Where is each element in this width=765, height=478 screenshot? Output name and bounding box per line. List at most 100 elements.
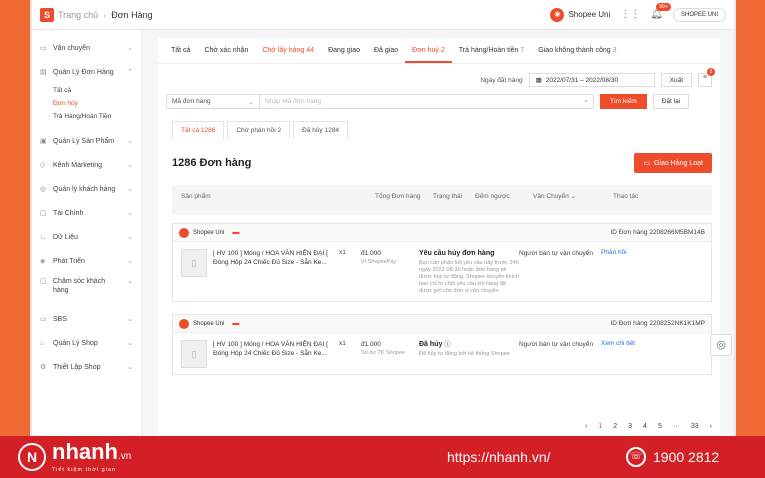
breadcrumb-home[interactable]: Trang chủ: [58, 10, 98, 20]
truck-icon: ▭: [643, 160, 650, 167]
sidebar-subitem-returns[interactable]: Trả Hàng/Hoàn Tiền: [32, 110, 141, 123]
chat-icon[interactable]: ▬: [232, 320, 239, 327]
orders-card: Tất cả Chờ xác nhận Chờ lấy hàng 44 Đang…: [158, 38, 720, 436]
info-icon[interactable]: ⓘ: [444, 341, 451, 348]
sidebar-item-shop-settings[interactable]: ⚙︎ Thiết Lập Shop ⌄: [32, 355, 141, 379]
respond-link[interactable]: Phản hồi: [601, 249, 627, 295]
tab-failed-delivery[interactable]: Giao không thành công 3: [531, 38, 623, 63]
status-note: Đã hủy tự động bởi hệ thống Shopee: [419, 351, 510, 357]
sidebar-item-finance[interactable]: ▢ Tài Chính ⌄: [32, 201, 141, 225]
tab-label: Đơn huỷ: [412, 47, 439, 54]
chevron-down-icon: ⌄: [127, 45, 133, 52]
tab-delivered[interactable]: Đã giao: [367, 38, 405, 63]
product-name[interactable]: [ HV 100 ] Móng / HOA VĂN HIỆN ĐẠI [ Đón…: [207, 249, 339, 295]
count-row: 1286 Đơn hàng ▭ Giao Hàng Loạt: [158, 139, 720, 173]
footer-phone[interactable]: ☏ 1900 2812: [626, 447, 719, 467]
product-thumbnail[interactable]: ▯: [181, 249, 207, 277]
tab-returns[interactable]: Trả hàng/Hoàn tiền 7: [452, 38, 532, 63]
view-details-link[interactable]: Xem chi tiết: [601, 340, 635, 368]
bell-icon[interactable]: 🔔︎ 99+: [650, 3, 671, 20]
sidebar-item-label: SBS: [53, 315, 68, 323]
col-action: Thao tác: [613, 193, 639, 200]
breadcrumb-current: Đơn Hàng: [111, 9, 153, 20]
page-33[interactable]: 33: [691, 423, 699, 430]
page-2[interactable]: 2: [613, 423, 617, 430]
tab-label: Giao không thành công: [538, 47, 611, 54]
page-1[interactable]: 1: [598, 423, 602, 430]
product-name[interactable]: [ HV 100 ] Móng / HOA VĂN HIỆN ĐẠI [ Đón…: [207, 340, 339, 368]
page-4[interactable]: 4: [643, 423, 647, 430]
col-shipping[interactable]: Vận Chuyển ⌄: [524, 193, 604, 215]
order-status-tabs: Tất cả Chờ xác nhận Chờ lấy hàng 44 Đang…: [158, 38, 720, 64]
chevron-down-icon: ⌄: [127, 316, 133, 323]
page-prev[interactable]: ‹: [585, 423, 587, 430]
page-next[interactable]: ›: [710, 423, 712, 430]
sidebar-item-label: Phát Triển: [53, 257, 85, 265]
price-value: đ1.000: [361, 341, 381, 348]
chart-icon: ∟: [40, 233, 47, 241]
breadcrumb-separator: ›: [103, 9, 107, 20]
sidebar-item-customers[interactable]: ◎ Quản lý khách hàng ⌄: [32, 177, 141, 201]
sidebar-item-sbs[interactable]: ▭ SBS ⌄: [32, 307, 141, 331]
subtab-all[interactable]: Tất cả 1286: [172, 121, 225, 139]
sidebar-item-shop-manage[interactable]: ⌂ Quản Lý Shop ⌄: [32, 331, 141, 355]
tab-pending[interactable]: Chờ xác nhận: [197, 38, 255, 63]
sidebar-subitem-cancelled[interactable]: Đơn hủy: [32, 97, 141, 110]
pagination: ‹ 1 2 3 4 5 ··· 33 ›: [585, 423, 712, 430]
tag-icon: ◇: [40, 162, 46, 169]
order-status: Đã hủy ⓘ Đã hủy tự động bởi hệ thống Shop…: [419, 340, 519, 368]
chevron-down-icon: ⌄: [248, 98, 254, 106]
sidebar-item-growth[interactable]: ◈ Phát Triển ⌄: [32, 249, 141, 273]
tab-label: Trả hàng/Hoàn tiền: [458, 47, 519, 54]
order-card: Shopee Uni ▬ ID Đơn hàng 2208266M5BM14B …: [172, 223, 712, 302]
tab-cancelled[interactable]: Đơn huỷ 2: [405, 38, 452, 63]
chat-icon[interactable]: ▬: [232, 229, 239, 236]
shop-avatar-icon: [179, 227, 189, 238]
order-status: Yêu cầu hủy đơn hàng Bạn cần phản hồi yêu…: [419, 249, 519, 295]
subtab-cancelled[interactable]: Đã hủy 1284: [293, 121, 348, 139]
tab-to-pickup[interactable]: Chờ lấy hàng 44: [255, 38, 321, 63]
chevron-down-icon: ⌄: [127, 210, 133, 217]
product-thumbnail[interactable]: ▯: [181, 340, 207, 368]
apps-grid-icon[interactable]: ⋮⋮: [620, 9, 640, 20]
footer-phone-number: 1900 2812: [653, 449, 720, 465]
chevron-down-icon: ⌄: [127, 278, 133, 285]
sidebar-item-shipping[interactable]: ▭ Vận chuyển ⌄: [32, 36, 141, 60]
chevron-down-icon: ⌄: [127, 258, 133, 265]
floating-help-icon[interactable]: ◎: [710, 334, 732, 356]
page-3[interactable]: 3: [628, 423, 632, 430]
tab-all[interactable]: Tất cả: [164, 38, 197, 63]
bulk-ship-button[interactable]: ▭ Giao Hàng Loạt: [634, 153, 712, 173]
export-button[interactable]: Xuất: [660, 73, 692, 87]
shop-account-button[interactable]: SHOPEE UNI: [672, 7, 726, 22]
tab-shipping[interactable]: Đang giao: [321, 38, 367, 63]
footer-slogan: Tiết kiệm thời gian: [52, 466, 116, 473]
shopee-logo-icon[interactable]: S: [40, 7, 54, 22]
sidebar-item-marketing[interactable]: ◇ Kênh Marketing ⌄: [32, 153, 141, 177]
footer-url[interactable]: https://nhanh.vn/: [447, 449, 551, 465]
sidebar-item-data[interactable]: ∟ Dữ Liệu ⌄: [32, 225, 141, 249]
search-button[interactable]: Tìm kiếm: [600, 94, 647, 109]
shop-switcher[interactable]: ◉ Shopee Uni: [550, 7, 610, 22]
search-row: Mã đơn hàng ⌄ Nhập Mã đơn hàng ⌕ Tìm kiếm …: [158, 88, 720, 109]
col-countdown: Đếm ngược: [475, 193, 510, 200]
warehouse-icon: ▭: [40, 316, 47, 323]
page-5[interactable]: 5: [658, 423, 662, 430]
export-history-icon[interactable]: ≡ 2: [698, 68, 715, 87]
search-input[interactable]: Nhập Mã đơn hàng ⌕: [260, 94, 594, 109]
product-qty: x1: [339, 340, 346, 347]
sidebar-item-support[interactable]: ▢ Chăm sóc khách hàng ⌄: [32, 273, 141, 307]
col-shipping-label: Vận Chuyển: [533, 193, 569, 200]
notification-badge: 99+: [656, 3, 671, 11]
tab-count: 44: [306, 47, 315, 54]
search-field-select[interactable]: Mã đơn hàng ⌄: [166, 94, 260, 109]
reset-button[interactable]: Đặt lại: [652, 94, 690, 109]
growth-icon: ◈: [40, 258, 46, 265]
subtab-awaiting-response[interactable]: Chờ phản hồi 2: [227, 121, 291, 139]
sidebar-item-products[interactable]: ▣ Quản Lý Sản Phẩm ⌄: [32, 129, 141, 153]
page-ellipsis[interactable]: ···: [673, 423, 680, 430]
sidebar-subitem-all[interactable]: Tất cả: [32, 84, 141, 97]
date-range-picker[interactable]: ▦ 2022/07/31 – 2022/08/30: [528, 73, 655, 87]
sidebar-item-orders[interactable]: ▤ Quản Lý Đơn Hàng ⌃: [32, 60, 141, 84]
order-id: ID Đơn hàng 2208266M5BM14B: [610, 229, 705, 236]
